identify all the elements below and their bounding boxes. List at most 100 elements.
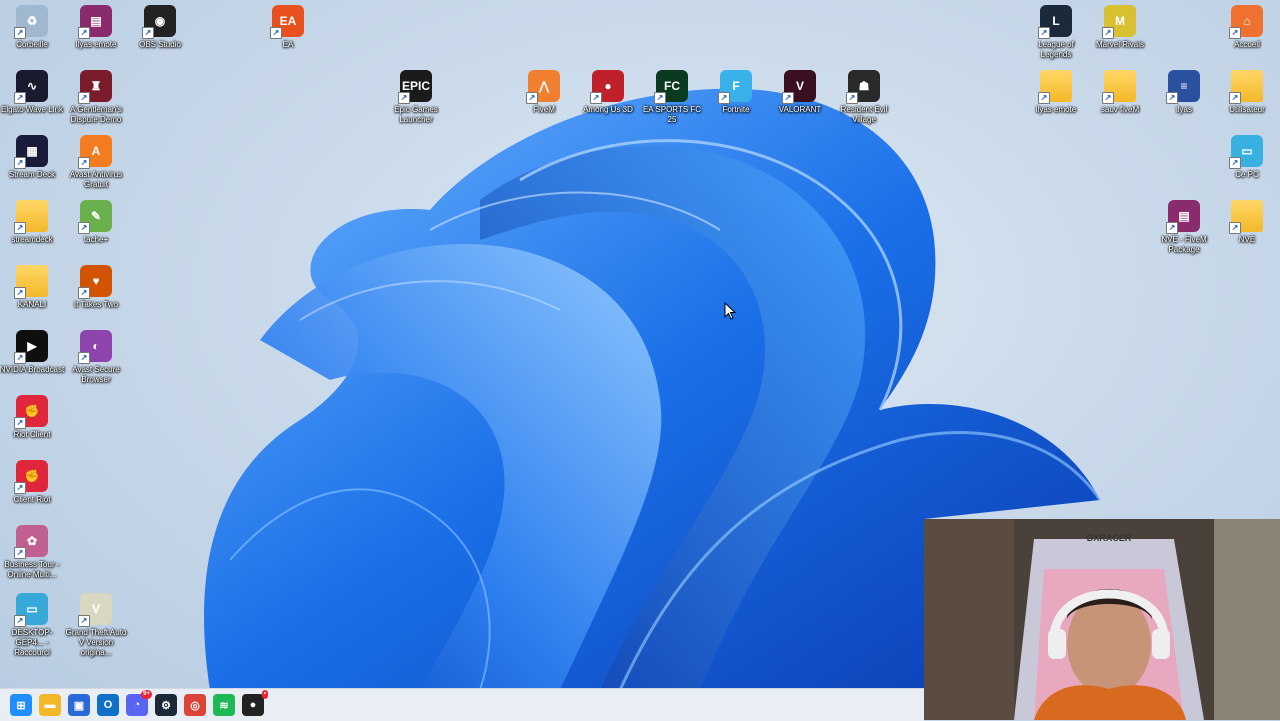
desktop-icon-icons_left-7[interactable]: A ↗ Avast Antivirus Gratuit xyxy=(63,135,129,190)
desktop-icon-icons_right-3[interactable]: ↗ ilyas emote xyxy=(1023,70,1089,115)
taskbar-chrome-button[interactable]: ◎ xyxy=(184,694,206,716)
nvidia-icon: ▶ ↗ xyxy=(14,330,48,364)
shortcut-arrow-icon: ↗ xyxy=(1229,157,1241,169)
desktop-icon-icons_left-2[interactable]: ◉ ↗ OBS Studio xyxy=(127,5,193,50)
folder-icon: ↗ xyxy=(1038,70,1072,104)
desktop-icon-icons_left-16[interactable]: ✿ ↗ Business Tour - Online Multi... xyxy=(0,525,65,580)
epic-games-icon: EPIC ↗ xyxy=(398,70,432,104)
fivem-icon: ⋀ ↗ xyxy=(526,70,560,104)
desktop-icon-icons_top-1[interactable]: ⋀ ↗ FiveM xyxy=(511,70,577,115)
desktop-icon-label: Client Riot xyxy=(13,495,51,504)
taskbar-discord-button[interactable]: ◔ 9+ xyxy=(126,690,152,716)
shortcut-arrow-icon: ↗ xyxy=(398,92,410,104)
shortcut-arrow-icon: ↗ xyxy=(526,92,538,104)
shortcut-arrow-icon: ↗ xyxy=(78,222,90,234)
desktop-icon-icons_left-0[interactable]: ♻ ↗ Corbeille xyxy=(0,5,65,50)
shortcut-arrow-icon: ↗ xyxy=(590,92,602,104)
discord-icon: ◔ xyxy=(133,699,141,711)
desktop-icon-icons_right-6[interactable]: ↗ Utilisateur xyxy=(1214,70,1280,115)
desktop-icon-icons_left-17[interactable]: ▭ ↗ DESKTOP-GEP4... - Raccourci xyxy=(0,593,65,658)
desktop-icon-label: It Takes Two xyxy=(73,300,119,309)
desktop-icon-icons_left-8[interactable]: ↗ streamdeck xyxy=(0,200,65,245)
shortcut-arrow-icon: ↗ xyxy=(14,352,26,364)
folder-icon: ↗ xyxy=(14,200,48,234)
desktop-icon-icons_left-14[interactable]: ✊ ↗ Riot Client xyxy=(0,395,65,440)
taskbar-spotify-button[interactable]: ≋ xyxy=(213,694,235,716)
desktop-icon-icons_left-9[interactable]: ✎ ↗ tache+ xyxy=(63,200,129,245)
desktop-icon-icons_left-13[interactable]: ◐ ↗ Avast Secure Browser xyxy=(63,330,129,385)
recording-app-icon: ● xyxy=(249,699,257,711)
desktop-icon-icons_top-4[interactable]: F ↗ Fortnite xyxy=(703,70,769,115)
desktop-icon-label: A Gentleman's Dispute Demo xyxy=(70,105,122,124)
desktop-icon-icons_left-6[interactable]: ▦ ↗ Stream Deck xyxy=(0,135,65,180)
shortcut-arrow-icon: ↗ xyxy=(14,417,26,429)
desktop-icon-label: ilyas emote xyxy=(1035,105,1077,114)
desktop-icon-icons_left-3[interactable]: EA ↗ EA xyxy=(255,5,321,50)
desktop-icon-icons_left-5[interactable]: ♜ ↗ A Gentleman's Dispute Demo xyxy=(63,70,129,125)
desktop-icon-icons_top-2[interactable]: ● ↗ Among Us 3D xyxy=(575,70,641,115)
desktop-icon-icons_right-4[interactable]: ↗ sauv fiveM xyxy=(1087,70,1153,115)
desktop-icon-icons_left-1[interactable]: ▤ ↗ Ilyas emote xyxy=(63,5,129,50)
desktop-icon-icons_top-5[interactable]: V ↗ VALORANT xyxy=(767,70,833,115)
it-takes-two-icon: ♥ ↗ xyxy=(78,265,112,299)
taskbar-recording-button[interactable]: ● • xyxy=(242,690,268,716)
desktop-icon-icons_left-4[interactable]: ∿ ↗ Elgato Wave Link xyxy=(0,70,65,115)
desktop-icon-icons_left-15[interactable]: ✊ ↗ Client Riot xyxy=(0,460,65,505)
desktop-icon-label: NVIDIA Broadcast xyxy=(0,365,65,374)
desktop-icon-label: sauv fiveM xyxy=(1100,105,1140,114)
chrome-icon: ◎ xyxy=(190,699,200,712)
windows-start-icon: ⊞ xyxy=(16,699,26,712)
desktop-icon-icons_right-8[interactable]: ▤ ↗ NVE - FiveM Package xyxy=(1151,200,1217,255)
taskbar-store-button[interactable]: ▣ xyxy=(68,694,90,716)
desktop-icon-label: Ce PC xyxy=(1235,170,1259,179)
chair-brand-text: DXRACER xyxy=(1087,533,1132,543)
stream-deck-icon: ▦ ↗ xyxy=(14,135,48,169)
desktop-icon-label: ilyas xyxy=(1175,105,1192,114)
desktop-icon-icons_right-1[interactable]: M ↗ Marvel Rivals xyxy=(1087,5,1153,50)
desktop-icon-icons_right-0[interactable]: L ↗ League of Legends xyxy=(1023,5,1089,60)
taskbar-explorer-button[interactable]: ▬ xyxy=(39,694,61,716)
desktop-icon-icons_right-2[interactable]: ⌂ ↗ Accueil xyxy=(1214,5,1280,50)
steam-icon: ⚙ xyxy=(161,699,171,712)
taskbar-steam-button[interactable]: ⚙ xyxy=(155,694,177,716)
taskbar-outlook-button[interactable]: O xyxy=(97,694,119,716)
desktop-icon-icons_right-5[interactable]: ≡ ↗ ilyas xyxy=(1151,70,1217,115)
taskbar: ⊞ ▬ ▣ O ◔ 9+ ⚙ ◎ ≋ ● • xyxy=(0,688,924,721)
taskbar-start-button[interactable]: ⊞ xyxy=(10,694,32,716)
desktop-icon-icons_top-6[interactable]: ☗ ↗ Resident Evil Village xyxy=(831,70,897,125)
webcam-overlay: DXRACER xyxy=(924,519,1280,720)
desktop-icon-label: Marvel Rivals xyxy=(1095,40,1144,49)
desktop-icon-label: Resident Evil Village xyxy=(840,105,888,124)
desktop-icon-label: NVE - FiveM Package xyxy=(1161,235,1207,254)
shortcut-arrow-icon: ↗ xyxy=(14,287,26,299)
shortcut-arrow-icon: ↗ xyxy=(78,157,90,169)
outlook-icon: O xyxy=(103,699,113,711)
shortcut-arrow-icon: ↗ xyxy=(14,222,26,234)
desktop-icon-icons_left-18[interactable]: V ↗ Grand Theft Auto V Version origina... xyxy=(63,593,129,658)
riot-icon: ✊ ↗ xyxy=(14,460,48,494)
desktop-icon-icons_left-10[interactable]: ↗ KANALI xyxy=(0,265,65,310)
league-icon: L ↗ xyxy=(1038,5,1072,39)
ea-icon: EA ↗ xyxy=(270,5,304,39)
shortcut-arrow-icon: ↗ xyxy=(14,547,26,559)
shortcut-arrow-icon: ↗ xyxy=(654,92,666,104)
shortcut-arrow-icon: ↗ xyxy=(1102,27,1114,39)
desktop-icon-icons_left-12[interactable]: ▶ ↗ NVIDIA Broadcast xyxy=(0,330,65,375)
desktop-icon-icons_right-9[interactable]: ↗ NVE xyxy=(1214,200,1280,245)
desktop-icon-label: EA xyxy=(282,40,294,49)
desktop-icon-label: KANALI xyxy=(17,300,47,309)
shortcut-arrow-icon: ↗ xyxy=(1166,222,1178,234)
folder-icon: ↗ xyxy=(1229,70,1263,104)
desktop-icon-icons_left-11[interactable]: ♥ ↗ It Takes Two xyxy=(63,265,129,310)
desktop-icon-label: Business Tour - Online Multi... xyxy=(4,560,60,579)
desktop-icon-label: League of Legends xyxy=(1038,40,1074,59)
wave-link-icon: ∿ ↗ xyxy=(14,70,48,104)
desktop-icon-label: streamdeck xyxy=(11,235,53,244)
desktop-icon-icons_top-0[interactable]: EPIC ↗ Epic Games Launcher xyxy=(383,70,449,125)
desktop-icon-label: Stream Deck xyxy=(8,170,56,179)
avast-icon: A ↗ xyxy=(78,135,112,169)
gentleman-hat-icon: ♜ ↗ xyxy=(78,70,112,104)
desktop-icon-icons_right-7[interactable]: ▭ ↗ Ce PC xyxy=(1214,135,1280,180)
desktop-icon-icons_top-3[interactable]: FC ↗ EA SPORTS FC 25 xyxy=(639,70,705,125)
shortcut-arrow-icon: ↗ xyxy=(78,352,90,364)
